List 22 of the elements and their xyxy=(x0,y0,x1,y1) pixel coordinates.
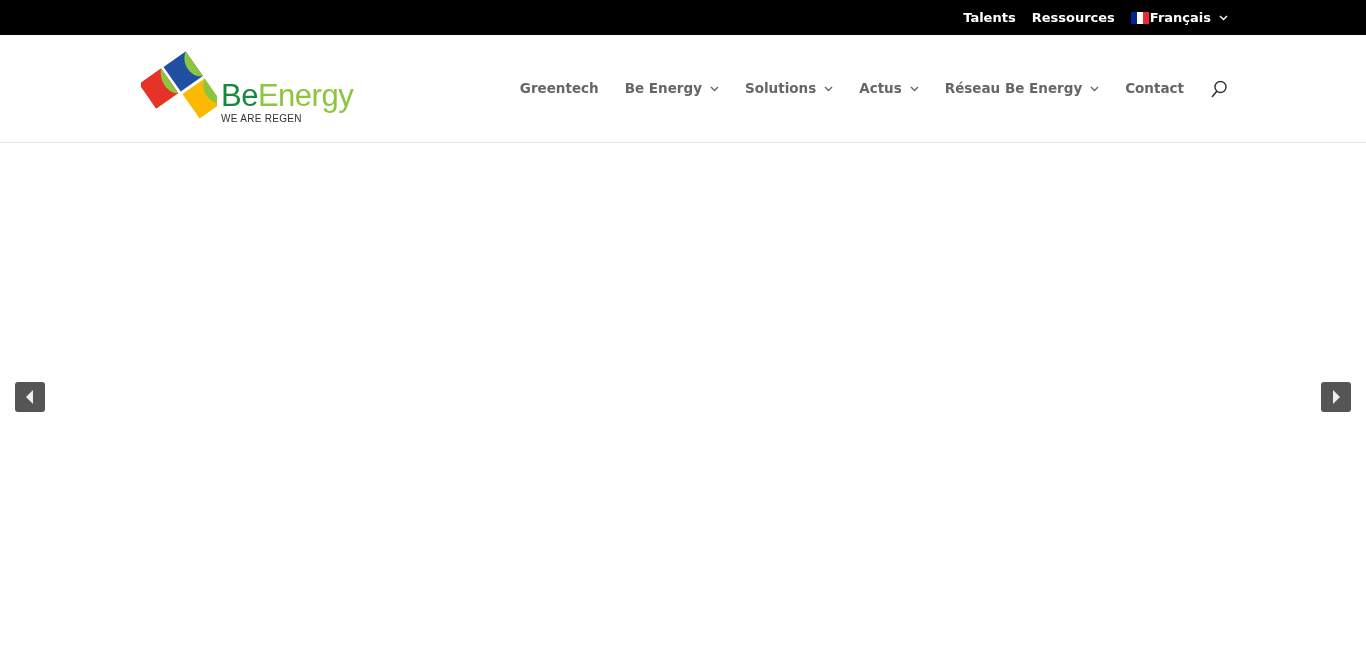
top-link[interactable]: Ressources xyxy=(1031,7,1115,28)
chevron-down-icon xyxy=(909,85,919,92)
chevron-down-icon xyxy=(1090,85,1100,92)
right-triangle-icon xyxy=(1332,390,1340,404)
logo-tagline: WE ARE REGEN xyxy=(221,112,302,126)
logo-wordmark: BeEnergy xyxy=(221,79,354,111)
nav-link[interactable]: Be Energy xyxy=(624,78,719,99)
top-link[interactable]: Talents xyxy=(963,7,1016,28)
flag-icon xyxy=(1130,11,1149,24)
nav-link[interactable]: Réseau Be Energy xyxy=(944,78,1100,99)
nav-link[interactable]: Contact xyxy=(1125,78,1184,99)
left-triangle-icon xyxy=(26,390,34,404)
nav-link[interactable]: Greentech xyxy=(519,78,599,99)
chevron-down-icon xyxy=(824,85,834,92)
next-slide-button[interactable] xyxy=(1321,382,1351,412)
language-link[interactable]: Français xyxy=(1130,7,1228,28)
nav-link[interactable]: Solutions xyxy=(744,78,834,99)
search-icon[interactable] xyxy=(1210,79,1228,98)
previous-slide-button[interactable] xyxy=(15,382,45,412)
chevron-down-icon xyxy=(1219,14,1228,21)
chevron-down-icon xyxy=(709,85,719,92)
nav-link[interactable]: Actus xyxy=(859,78,919,99)
